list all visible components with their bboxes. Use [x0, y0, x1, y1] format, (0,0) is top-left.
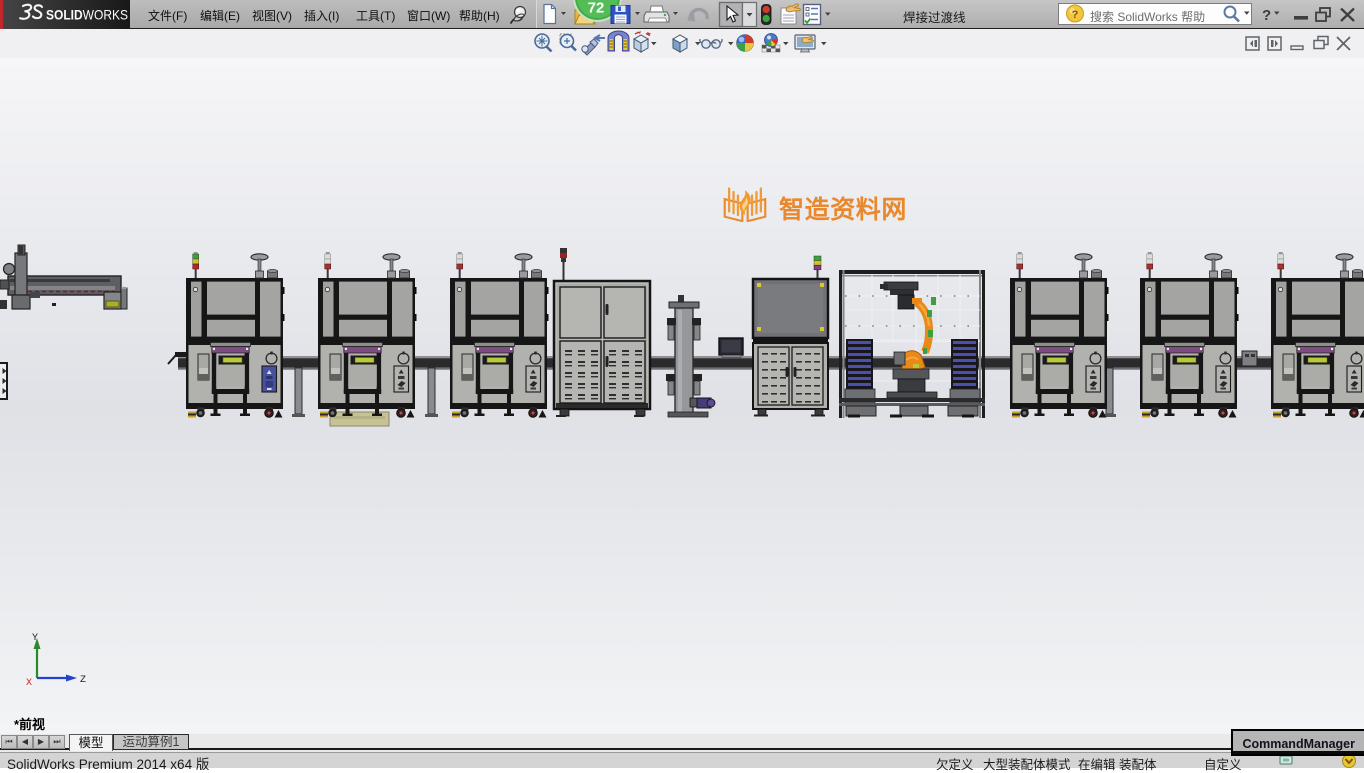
svg-text:?: ?: [1262, 7, 1271, 24]
svg-text:SOLIDWORKS: SOLIDWORKS: [46, 7, 128, 23]
svg-text:72: 72: [588, 0, 605, 17]
svg-text:X: X: [26, 678, 32, 689]
svg-text:Y: Y: [32, 633, 38, 644]
svg-text:Z: Z: [80, 675, 86, 686]
svg-text:?: ?: [1072, 9, 1079, 21]
